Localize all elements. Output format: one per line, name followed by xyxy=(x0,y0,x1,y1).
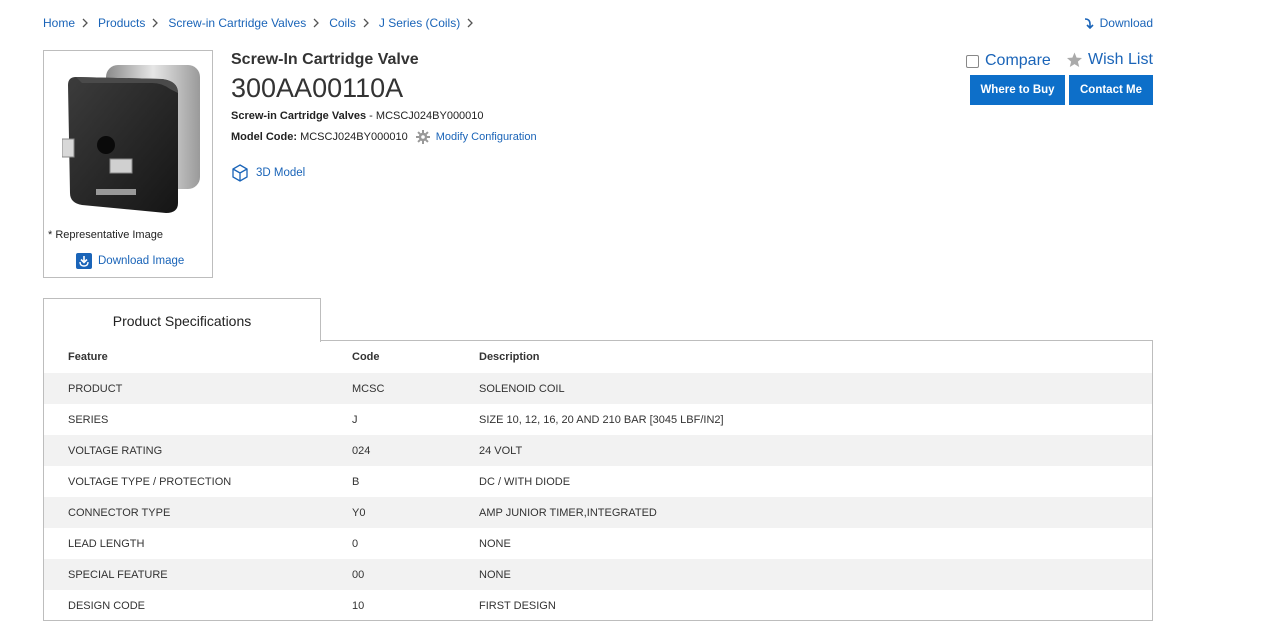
table-header-row: Feature Code Description xyxy=(44,341,1152,373)
wish-list-link[interactable]: Wish List xyxy=(1066,51,1153,69)
breadcrumb: Home Products Screw-in Cartridge Valves … xyxy=(43,16,483,30)
category-separator: - xyxy=(366,110,376,122)
table-row: CONNECTOR TYPE Y0 AMP JUNIOR TIMER,INTEG… xyxy=(44,497,1152,528)
model-code-label: Model Code: xyxy=(231,131,297,143)
specifications-panel: Feature Code Description PRODUCT MCSC SO… xyxy=(43,340,1153,621)
breadcrumb-link-j-series[interactable]: J Series (Coils) xyxy=(379,16,460,30)
chevron-right-icon xyxy=(467,18,474,28)
breadcrumb-item-cartridge-valves: Screw-in Cartridge Valves xyxy=(168,16,329,30)
cell-feature: CONNECTOR TYPE xyxy=(68,506,171,519)
contact-me-button[interactable]: Contact Me xyxy=(1069,75,1153,105)
cell-code: 10 xyxy=(352,599,365,612)
cell-code: 00 xyxy=(352,568,365,581)
breadcrumb-link-coils[interactable]: Coils xyxy=(329,16,356,30)
cell-description: NONE xyxy=(479,568,511,581)
cell-feature: LEAD LENGTH xyxy=(68,537,145,550)
compare-toggle[interactable]: Compare xyxy=(966,52,1051,70)
cell-description: SIZE 10, 12, 16, 20 AND 210 BAR [3045 LB… xyxy=(479,413,724,426)
star-icon xyxy=(1067,52,1082,67)
table-row: VOLTAGE TYPE / PROTECTION B DC / WITH DI… xyxy=(44,466,1152,497)
download-image-link[interactable]: Download Image xyxy=(76,253,184,269)
cell-code: Y0 xyxy=(352,506,366,519)
product-image-card: * Representative Image Download Image xyxy=(43,50,213,278)
breadcrumb-link-cartridge-valves[interactable]: Screw-in Cartridge Valves xyxy=(168,16,306,30)
cell-description: AMP JUNIOR TIMER,INTEGRATED xyxy=(479,506,657,519)
breadcrumb-item-j-series: J Series (Coils) xyxy=(379,16,483,30)
breadcrumb-link-home[interactable]: Home xyxy=(43,16,75,30)
column-header-code: Code xyxy=(352,351,380,363)
product-subtitle: Screw-In Cartridge Valve xyxy=(231,51,419,68)
column-header-feature: Feature xyxy=(68,351,108,363)
cell-code: 0 xyxy=(352,537,359,550)
table-row: SERIES J SIZE 10, 12, 16, 20 AND 210 BAR… xyxy=(44,404,1152,435)
download-label: Download xyxy=(1099,16,1153,30)
gear-icon xyxy=(415,130,430,144)
wish-list-label: Wish List xyxy=(1088,51,1153,68)
column-header-description: Description xyxy=(479,351,540,363)
cell-feature: VOLTAGE TYPE / PROTECTION xyxy=(68,475,232,488)
tab-product-specifications[interactable]: Product Specifications xyxy=(43,298,321,342)
download-image-label: Download Image xyxy=(98,255,185,267)
download-icon xyxy=(76,253,92,269)
table-row: SPECIAL FEATURE 00 NONE xyxy=(44,559,1152,590)
model-code-value: MCSCJ024BY000010 xyxy=(300,131,408,143)
cell-description: DC / WITH DIODE xyxy=(479,475,571,488)
cell-description: FIRST DESIGN xyxy=(479,599,556,612)
product-image xyxy=(62,65,200,213)
specifications-table: Feature Code Description PRODUCT MCSC SO… xyxy=(44,341,1152,621)
product-category-line: Screw-in Cartridge Valves - MCSCJ024BY00… xyxy=(231,110,484,122)
where-to-buy-button[interactable]: Where to Buy xyxy=(970,75,1065,105)
cell-code: MCSC xyxy=(352,382,385,395)
cell-code: J xyxy=(352,413,358,426)
table-row: LEAD LENGTH 0 NONE xyxy=(44,528,1152,559)
breadcrumb-item-products: Products xyxy=(98,16,168,30)
modify-configuration-link[interactable]: Modify Configuration xyxy=(436,131,537,143)
chevron-right-icon xyxy=(82,18,89,28)
cell-code: B xyxy=(352,475,360,488)
cell-feature: SPECIAL FEATURE xyxy=(68,568,168,581)
table-row: PRODUCT MCSC SOLENOID COIL xyxy=(44,373,1152,404)
download-link[interactable]: Download xyxy=(1084,16,1153,30)
category-label: Screw-in Cartridge Valves xyxy=(231,110,367,122)
table-row: VOLTAGE RATING 024 24 VOLT xyxy=(44,435,1152,466)
table-row: DESIGN CODE 10 FIRST DESIGN xyxy=(44,590,1152,621)
chevron-right-icon xyxy=(313,18,320,28)
breadcrumb-link-products[interactable]: Products xyxy=(98,16,145,30)
cell-feature: PRODUCT xyxy=(68,382,123,395)
breadcrumb-item-home: Home xyxy=(43,16,98,30)
cell-description: 24 VOLT xyxy=(479,444,523,457)
cell-description: NONE xyxy=(479,537,511,550)
representative-image-note: * Representative Image xyxy=(48,229,163,241)
3d-model-link[interactable]: 3D Model xyxy=(231,164,305,182)
chevron-right-icon xyxy=(363,18,370,28)
category-code: MCSCJ024BY000010 xyxy=(375,110,484,122)
part-number: 300AA00110A xyxy=(231,73,404,103)
cell-feature: VOLTAGE RATING xyxy=(68,444,163,457)
cell-code: 024 xyxy=(352,444,371,457)
model-code-line: Model Code: MCSCJ024BY000010 Modify Conf… xyxy=(231,130,537,144)
download-arrow-icon xyxy=(1084,17,1094,29)
cell-description: SOLENOID COIL xyxy=(479,382,565,395)
compare-checkbox[interactable] xyxy=(966,54,979,68)
compare-label: Compare xyxy=(985,52,1051,69)
breadcrumb-item-coils: Coils xyxy=(329,16,379,30)
3d-model-label: 3D Model xyxy=(256,167,306,179)
cell-feature: DESIGN CODE xyxy=(68,599,146,612)
cell-feature: SERIES xyxy=(68,413,109,426)
cube-icon xyxy=(232,164,248,182)
chevron-right-icon xyxy=(152,18,159,28)
